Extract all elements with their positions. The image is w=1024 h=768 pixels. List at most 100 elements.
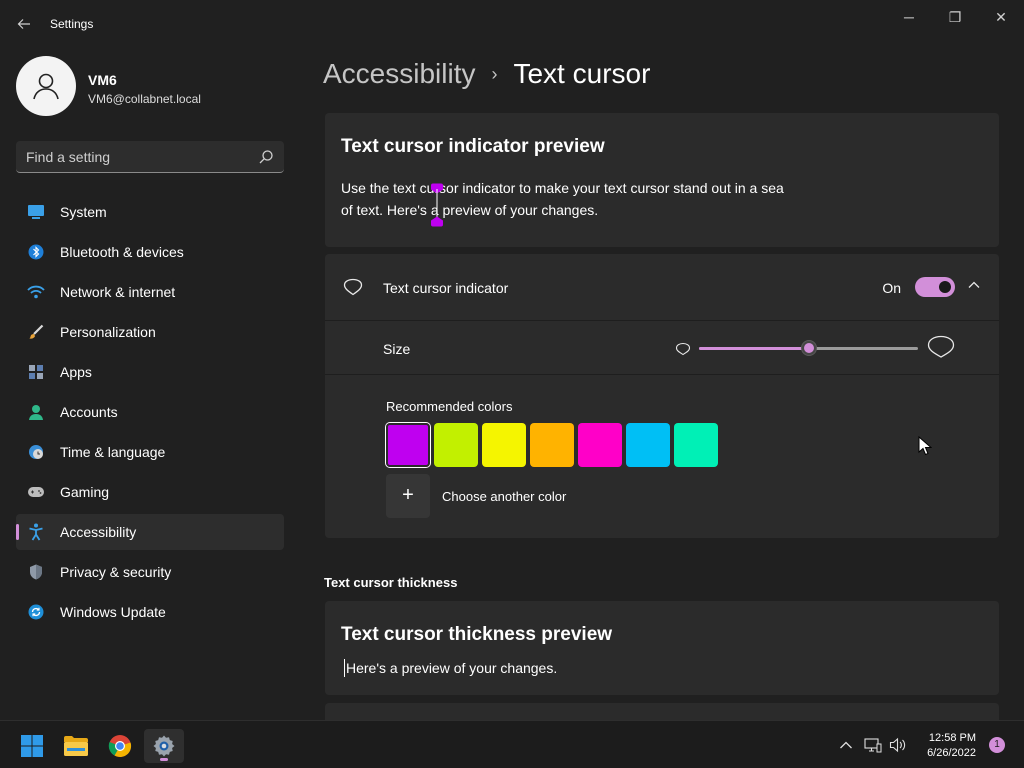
clock-globe-icon — [27, 443, 45, 461]
search-icon[interactable] — [258, 149, 274, 165]
sidebar-nav: System Bluetooth & devices Network & int… — [16, 194, 284, 634]
user-email: VM6@collabnet.local — [88, 92, 201, 106]
back-button[interactable] — [12, 12, 36, 36]
clock-date: 6/26/2022 — [927, 747, 976, 759]
system-icon — [27, 203, 45, 221]
sidebar-item-label: Gaming — [60, 484, 110, 500]
size-slider[interactable] — [699, 340, 918, 356]
indicator-preview-card: Text cursor indicator preview Use the te… — [325, 113, 999, 247]
color-swatch[interactable] — [434, 423, 478, 467]
add-color-button[interactable]: + — [386, 474, 430, 518]
sidebar-item-label: Accessibility — [60, 524, 137, 540]
preview-title: Text cursor indicator preview — [341, 136, 605, 157]
choose-another-color-label[interactable]: Choose another color — [442, 489, 566, 504]
start-button[interactable] — [12, 729, 52, 763]
close-button[interactable]: ✕ — [978, 6, 1024, 28]
title-bar: Settings ─ ❐ ✕ — [0, 0, 1024, 48]
sidebar-item-windows-update[interactable]: Windows Update — [16, 594, 284, 630]
page-title: Text cursor — [513, 58, 651, 89]
size-label: Size — [383, 341, 411, 357]
windows-logo-icon — [21, 735, 43, 757]
sidebar-item-privacy-security[interactable]: Privacy & security — [16, 554, 284, 590]
network-status-button[interactable] — [863, 735, 883, 755]
sidebar-item-gaming[interactable]: Gaming — [16, 474, 284, 510]
sidebar-item-label: Apps — [60, 364, 92, 380]
back-arrow-icon — [17, 19, 30, 29]
taskbar: 12:58 PM 6/26/2022 1 — [0, 720, 1024, 768]
search-box[interactable] — [16, 141, 284, 173]
color-swatch[interactable] — [626, 423, 670, 467]
color-swatch[interactable] — [530, 423, 574, 467]
slider-thumb-dot — [803, 343, 814, 353]
minimize-button[interactable]: ─ — [886, 6, 932, 28]
size-small-icon — [675, 342, 691, 356]
sidebar-item-apps[interactable]: Apps — [16, 354, 284, 390]
speaker-icon — [889, 737, 906, 753]
sidebar-item-accessibility[interactable]: Accessibility — [16, 514, 284, 550]
breadcrumb-separator: › — [491, 63, 498, 84]
preview-line-1: Use the text cursor indicator to make yo… — [341, 180, 784, 196]
gamepad-icon — [27, 483, 45, 501]
sidebar-item-label: Time & language — [60, 444, 166, 460]
brush-icon — [27, 323, 45, 341]
clock[interactable]: 12:58 PM 6/26/2022 — [927, 731, 976, 761]
notification-badge[interactable]: 1 — [989, 737, 1005, 753]
chevron-up-icon — [840, 741, 852, 749]
chevron-up-icon[interactable] — [967, 278, 981, 292]
color-swatch[interactable] — [386, 423, 430, 467]
next-card-edge — [325, 703, 999, 720]
bluetooth-icon — [27, 243, 45, 261]
sidebar-item-label: Bluetooth & devices — [60, 244, 184, 260]
thickness-preview-text: Here's a preview of your changes. — [346, 660, 558, 676]
maximize-button[interactable]: ❐ — [932, 6, 978, 28]
sidebar-item-label: Network & internet — [60, 284, 176, 300]
thickness-preview-title: Text cursor thickness preview — [341, 624, 613, 645]
thickness-section-header: Text cursor thickness — [324, 575, 458, 590]
taskbar-file-explorer[interactable] — [56, 729, 96, 763]
color-swatch[interactable] — [482, 423, 526, 467]
sidebar-item-system[interactable]: System — [16, 194, 284, 230]
volume-button[interactable] — [888, 735, 908, 755]
accounts-icon — [27, 403, 45, 421]
indicator-toggle-row[interactable]: Text cursor indicator On — [325, 254, 999, 320]
cursor-indicator-icon — [431, 183, 443, 227]
avatar[interactable] — [16, 56, 76, 116]
slider-fill — [699, 347, 809, 350]
sidebar-item-accounts[interactable]: Accounts — [16, 394, 284, 430]
cursor-indicator-icon — [343, 278, 363, 296]
color-swatch[interactable] — [578, 423, 622, 467]
sidebar-item-label: Windows Update — [60, 604, 166, 620]
sidebar-item-personalization[interactable]: Personalization — [16, 314, 284, 350]
clock-time: 12:58 PM — [928, 732, 976, 744]
search-input[interactable] — [26, 147, 246, 167]
taskbar-settings[interactable] — [144, 729, 184, 763]
taskbar-chrome[interactable] — [100, 729, 140, 763]
app-title: Settings — [50, 17, 94, 31]
sidebar-item-label: Privacy & security — [60, 564, 172, 580]
apps-icon — [27, 363, 45, 381]
toggle-state-text: On — [882, 280, 901, 296]
accessibility-icon — [27, 523, 45, 541]
show-hidden-icons-button[interactable] — [836, 735, 856, 755]
color-swatch[interactable] — [674, 423, 718, 467]
indicator-toggle[interactable] — [915, 277, 955, 297]
breadcrumb-parent[interactable]: Accessibility — [323, 58, 475, 90]
size-large-icon — [927, 335, 955, 358]
network-monitor-icon — [864, 738, 882, 753]
user-icon — [33, 73, 59, 100]
shield-icon — [27, 563, 45, 581]
recommended-colors-label: Recommended colors — [386, 399, 513, 414]
toggle-knob — [939, 281, 951, 293]
sidebar-item-time-language[interactable]: Time & language — [16, 434, 284, 470]
sidebar-item-network[interactable]: Network & internet — [16, 274, 284, 310]
thickness-preview-card: Text cursor thickness preview Here's a p… — [325, 601, 999, 695]
chrome-icon — [108, 735, 132, 758]
sidebar-item-label: Accounts — [60, 404, 118, 420]
breadcrumb: Accessibility › Text cursor — [323, 58, 650, 90]
mouse-pointer-icon — [918, 436, 932, 456]
network-icon — [27, 283, 45, 301]
colors-section: Recommended colors + Choose another colo… — [325, 375, 999, 538]
sidebar-item-bluetooth[interactable]: Bluetooth & devices — [16, 234, 284, 270]
slider-thumb[interactable] — [800, 340, 817, 356]
sidebar-item-label: Personalization — [60, 324, 156, 340]
